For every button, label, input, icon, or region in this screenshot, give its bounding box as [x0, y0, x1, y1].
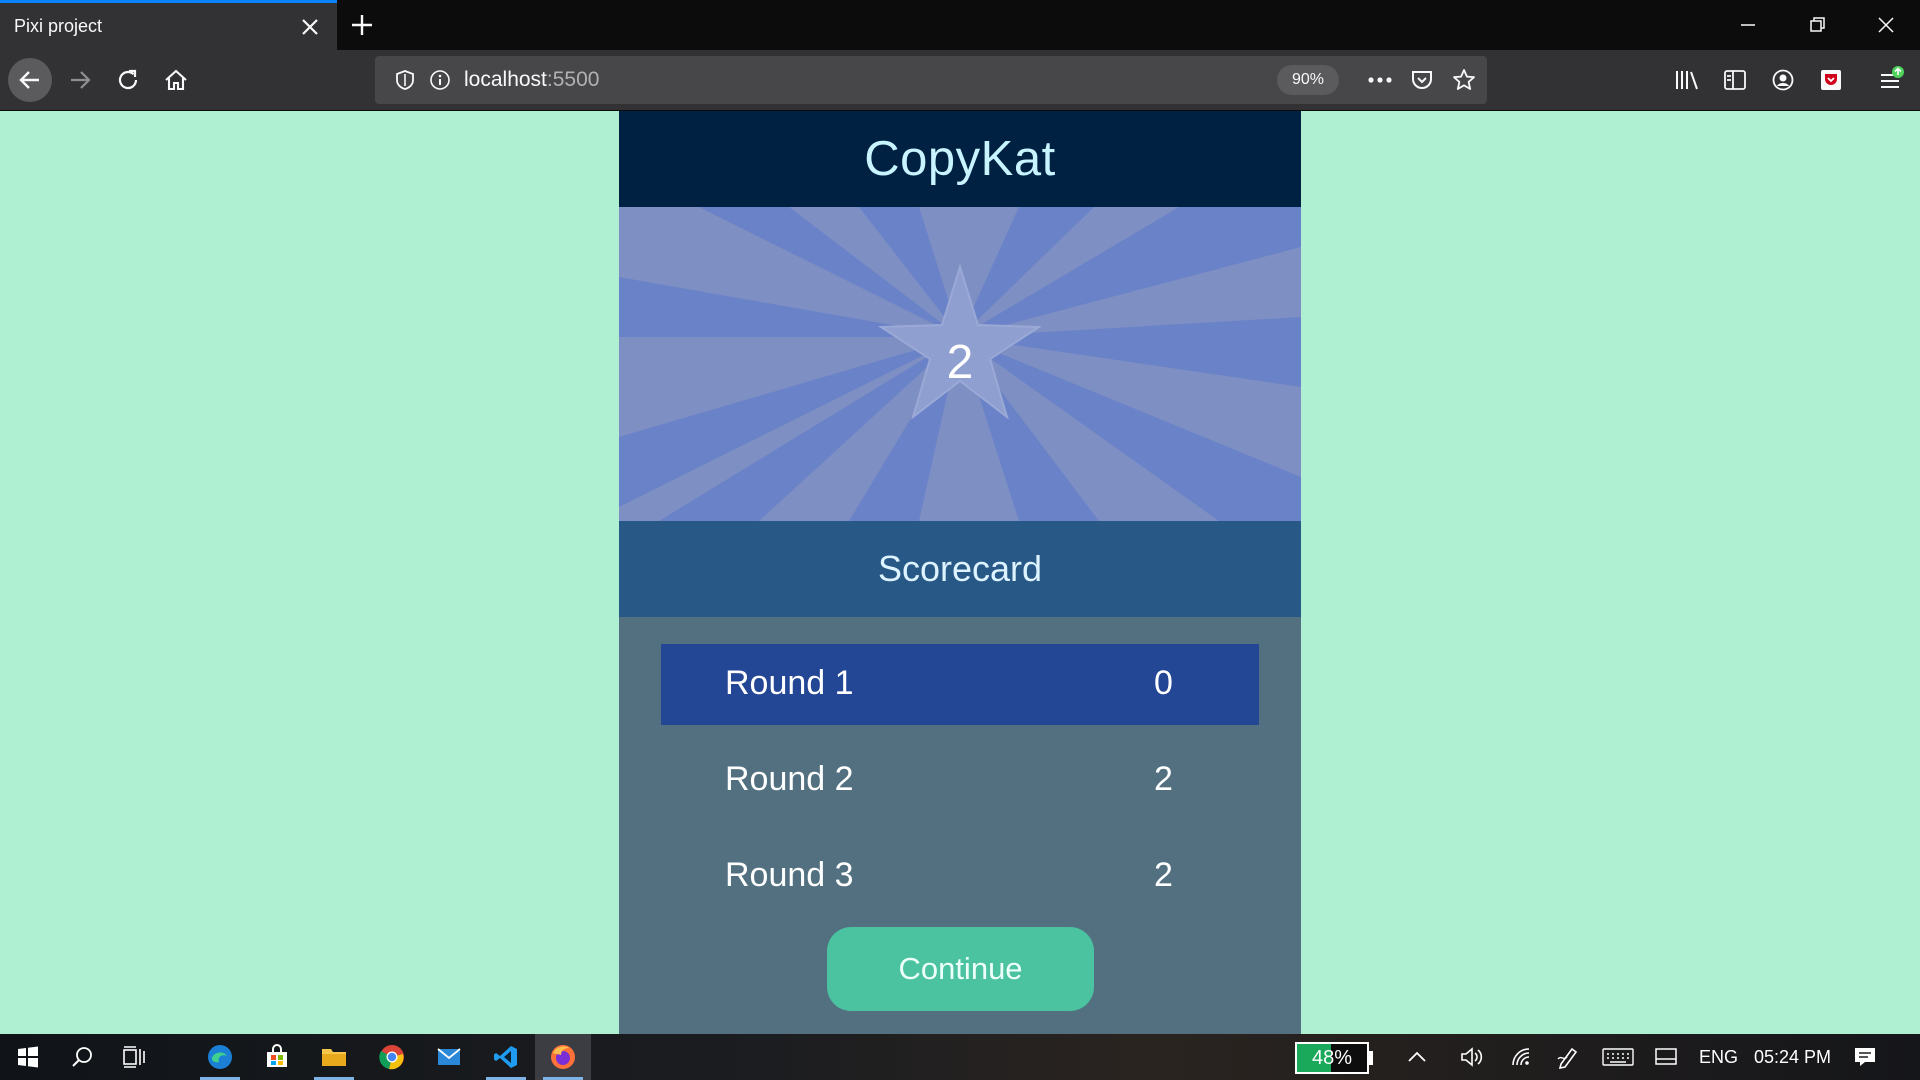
bookmark-star-icon[interactable]	[1446, 62, 1482, 98]
battery-terminal	[1369, 1051, 1373, 1065]
chrome-icon[interactable]	[364, 1034, 420, 1080]
back-arrow-icon	[19, 71, 39, 89]
reload-icon	[118, 69, 138, 90]
page-viewport: CopyKat 2 Scorecard Round 1 0 Round 2 2 …	[0, 111, 1920, 1034]
star-burst-panel: 2	[619, 207, 1301, 521]
new-tab-icon[interactable]	[347, 10, 377, 40]
round-row-3[interactable]: Round 3 2	[661, 836, 1259, 917]
round-label: Round 1	[725, 664, 854, 702]
taskbar: 48% ENG 05:24 PM	[0, 1034, 1920, 1080]
file-explorer-icon[interactable]	[306, 1034, 362, 1080]
firefox-icon[interactable]	[535, 1034, 591, 1080]
task-view-icon[interactable]	[106, 1034, 162, 1080]
wifi-icon[interactable]	[1502, 1034, 1542, 1080]
home-icon	[165, 69, 187, 91]
zoom-level-badge[interactable]: 90%	[1277, 65, 1339, 95]
url-text[interactable]: localhost:5500	[464, 68, 599, 92]
page-actions-icon[interactable]	[1362, 62, 1398, 98]
shield-icon[interactable]	[387, 62, 423, 98]
round-score: 0	[1154, 664, 1173, 702]
tab-title: Pixi project	[14, 16, 103, 36]
mail-icon[interactable]	[421, 1034, 477, 1080]
minimize-icon[interactable]	[1731, 8, 1765, 42]
battery-percent: 48%	[1311, 1047, 1353, 1069]
continue-button[interactable]: Continue	[827, 927, 1094, 1011]
chevron-up-icon[interactable]	[1397, 1034, 1437, 1080]
forward-button[interactable]	[58, 58, 102, 102]
search-icon[interactable]	[54, 1034, 110, 1080]
volume-icon[interactable]	[1452, 1034, 1492, 1080]
site-info-icon[interactable]	[422, 62, 458, 98]
round-row-1[interactable]: Round 1 0	[661, 644, 1259, 725]
game-canvas: CopyKat 2 Scorecard Round 1 0 Round 2 2 …	[619, 111, 1301, 1034]
clock[interactable]: 05:24 PM	[1754, 1047, 1831, 1068]
scorecard-header: Scorecard	[619, 521, 1301, 617]
account-icon[interactable]	[1765, 62, 1801, 98]
browser-tab[interactable]: Pixi project	[0, 0, 337, 50]
reload-button[interactable]	[106, 58, 150, 102]
input-language[interactable]: ENG	[1699, 1047, 1738, 1068]
extension-pocket-icon[interactable]	[1813, 62, 1849, 98]
tab-strip: Pixi project	[0, 0, 1920, 50]
store-icon[interactable]	[249, 1034, 305, 1080]
close-window-icon[interactable]	[1869, 8, 1903, 42]
round-list: Round 1 0 Round 2 2 Round 3 2	[661, 644, 1259, 932]
display-icon[interactable]	[1646, 1034, 1686, 1080]
notifications-icon[interactable]	[1843, 1034, 1887, 1080]
round-score: 2	[1154, 760, 1173, 798]
scorecard-title: Scorecard	[877, 548, 1043, 589]
navigation-toolbar: localhost:5500 90%	[0, 50, 1920, 111]
keyboard-icon[interactable]	[1596, 1034, 1640, 1080]
round-score: 2	[1154, 856, 1173, 894]
pen-workspace-icon[interactable]	[1548, 1034, 1588, 1080]
pocket-icon[interactable]	[1404, 62, 1440, 98]
home-button[interactable]	[154, 58, 198, 102]
close-tab-icon[interactable]	[298, 15, 322, 39]
round-label: Round 2	[725, 760, 854, 798]
round-row-2[interactable]: Round 2 2	[661, 740, 1259, 821]
vscode-icon[interactable]	[478, 1034, 534, 1080]
back-button[interactable]	[8, 58, 52, 102]
game-header: CopyKat	[619, 111, 1301, 207]
sidebar-icon[interactable]	[1717, 62, 1753, 98]
library-icon[interactable]	[1669, 62, 1705, 98]
round-label: Round 3	[725, 856, 854, 894]
forward-arrow-icon	[71, 71, 91, 89]
restore-icon[interactable]	[1800, 8, 1834, 42]
app-menu-icon[interactable]	[1873, 62, 1909, 98]
game-title: CopyKat	[864, 132, 1056, 186]
edge-browser-icon[interactable]	[192, 1034, 248, 1080]
star-score-value: 2	[946, 336, 974, 389]
windows-start-icon[interactable]	[0, 1034, 56, 1080]
battery-indicator[interactable]: 48%	[1295, 1042, 1369, 1074]
address-bar[interactable]: localhost:5500 90%	[375, 56, 1487, 104]
